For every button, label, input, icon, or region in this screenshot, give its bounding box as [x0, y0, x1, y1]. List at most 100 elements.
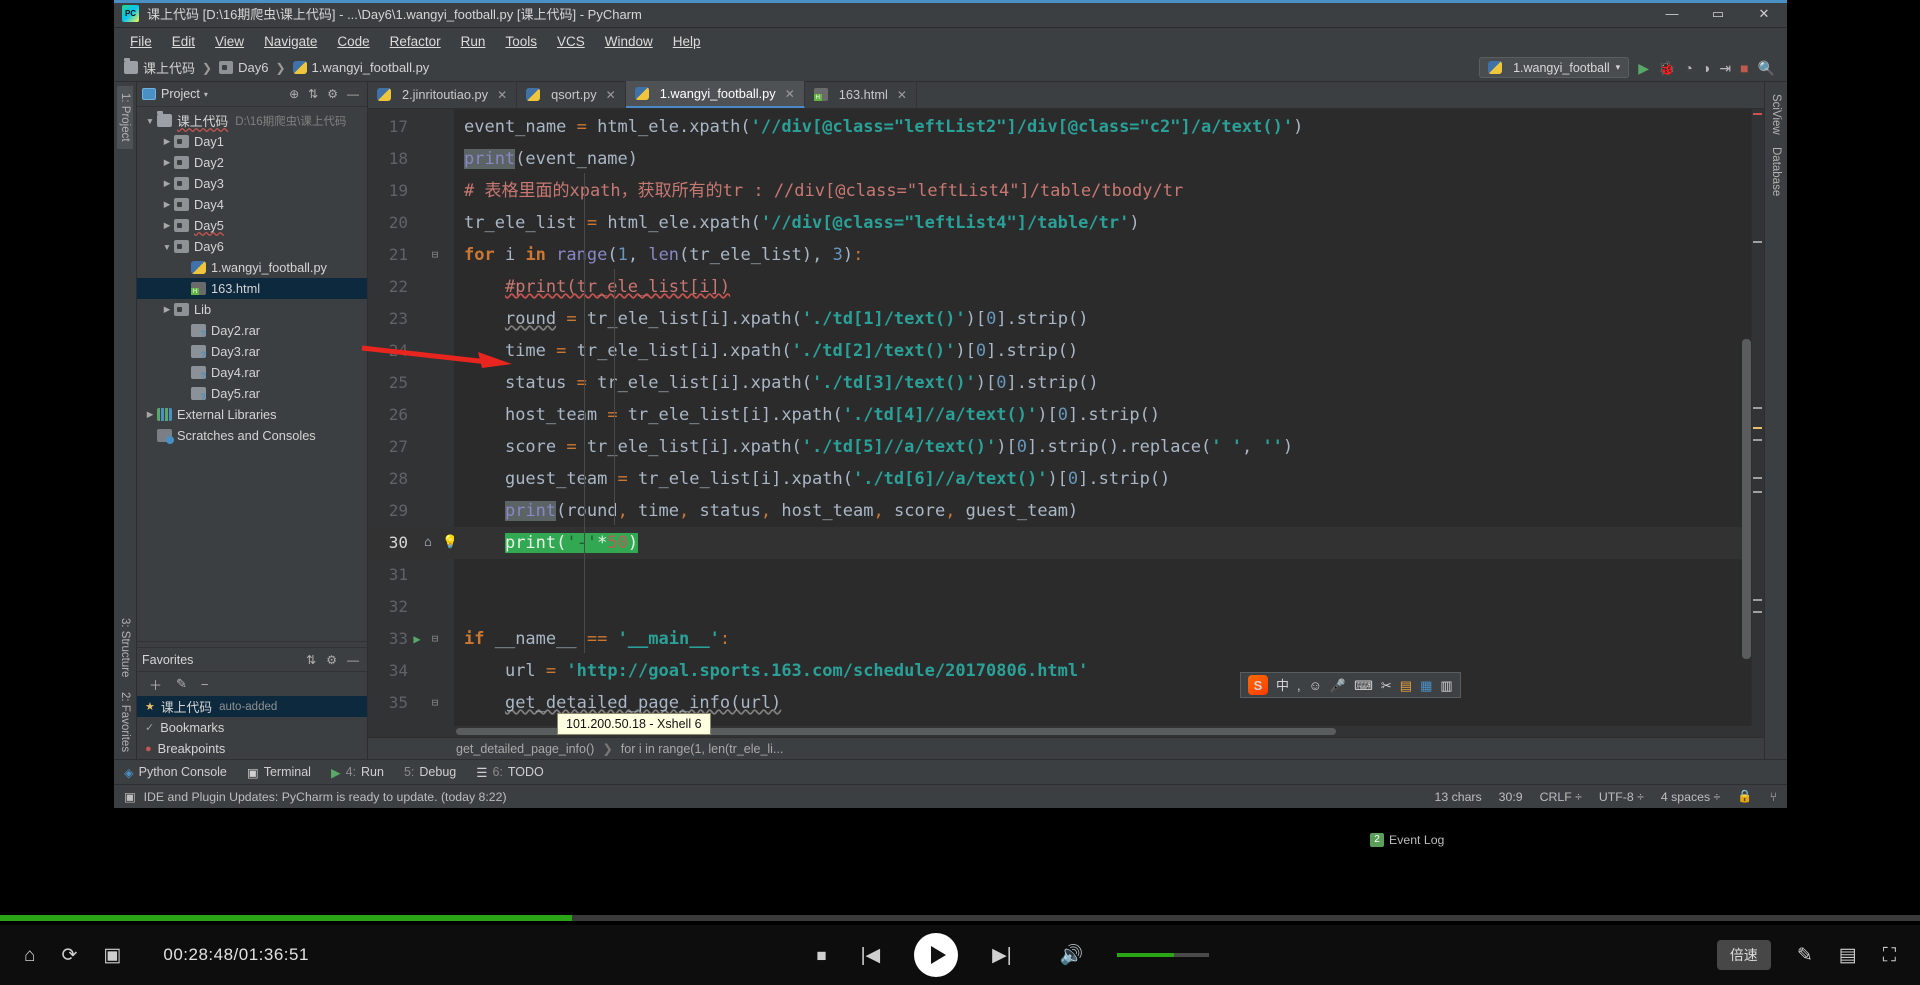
tab-python-console[interactable]: ◈ Python Console: [124, 765, 227, 780]
ime-menu-icon[interactable]: ▥: [1440, 679, 1452, 692]
stop-icon[interactable]: ■: [1740, 61, 1748, 75]
line-number[interactable]: 28: [368, 463, 408, 495]
collapse-all-icon[interactable]: ⇅: [308, 87, 318, 101]
edit-favorite-button[interactable]: ✎: [176, 676, 187, 692]
code-content[interactable]: get_detailed_page_info(url) url = 'http:…: [454, 109, 1764, 726]
volume-icon[interactable]: 🔊: [1060, 946, 1084, 965]
tree-item-163-html[interactable]: ▶163.html: [137, 278, 367, 299]
hide-icon[interactable]: —: [347, 87, 359, 101]
screenshot-icon[interactable]: ▣: [103, 946, 121, 965]
coverage-icon[interactable]: ◔: [1684, 61, 1692, 75]
sidebar-item-project[interactable]: 1: Project: [117, 86, 133, 149]
code-line-18[interactable]: print(event_name): [454, 143, 638, 175]
ime-screenshot-icon[interactable]: ✂: [1381, 679, 1392, 692]
line-number[interactable]: 17: [368, 111, 408, 143]
menu-view[interactable]: View: [205, 31, 254, 52]
menu-run[interactable]: Run: [451, 31, 496, 52]
sidebar-item-database[interactable]: Database: [1768, 141, 1784, 202]
favorites-item-breakpoints[interactable]: ● Breakpoints: [137, 738, 367, 759]
tree-item-external-libraries[interactable]: ▶ External Libraries: [137, 404, 367, 425]
gear-icon[interactable]: ⚙: [327, 87, 338, 101]
sidebar-item-structure[interactable]: 3: Structure: [117, 611, 133, 684]
maximize-button[interactable]: ▭: [1695, 0, 1741, 28]
code-line-29[interactable]: print(round, time, status, host_team, sc…: [454, 495, 1078, 527]
breadcrumb-item-project[interactable]: 课上代码: [143, 58, 195, 77]
debug-icon[interactable]: 🐞: [1658, 61, 1675, 75]
close-icon[interactable]: ✕: [606, 88, 616, 102]
playback-speed-button[interactable]: 倍速: [1716, 940, 1771, 970]
menu-file[interactable]: File: [120, 31, 162, 52]
next-icon[interactable]: ▶|: [992, 946, 1012, 965]
menu-refactor[interactable]: Refactor: [380, 31, 451, 52]
line-number[interactable]: 32: [368, 591, 408, 623]
menu-navigate[interactable]: Navigate: [254, 31, 327, 52]
breadcrumb-item-day6[interactable]: Day6: [238, 60, 268, 75]
code-line-26[interactable]: host_team = tr_ele_list[i].xpath('./td[4…: [454, 399, 1160, 431]
menu-window[interactable]: Window: [595, 31, 663, 52]
favorites-item-bookmarks[interactable]: ✓ Bookmarks: [137, 717, 367, 738]
ime-emoji-icon[interactable]: ☺: [1309, 679, 1322, 692]
sidebar-item-favorites[interactable]: 2: Favorites: [117, 685, 133, 759]
code-fold-icon[interactable]: ⊟: [428, 239, 442, 271]
tree-item-day1[interactable]: ▶ Day1: [137, 131, 367, 152]
tab-run[interactable]: ▶ 4: Run: [331, 765, 384, 780]
line-number[interactable]: 25: [368, 367, 408, 399]
tree-item-lib[interactable]: ▶ Lib: [137, 299, 367, 320]
remove-favorite-button[interactable]: −: [201, 677, 209, 692]
chevron-right-icon[interactable]: ▶: [160, 178, 174, 189]
tree-item-day3-rar[interactable]: ▶Day3.rar: [137, 341, 367, 362]
run-icon[interactable]: ▶: [1638, 61, 1649, 75]
target-icon[interactable]: ⊕: [289, 87, 299, 101]
breadcrumb-item-file[interactable]: 1.wangyi_football.py: [312, 60, 430, 75]
tree-item-scratches-and-consoles[interactable]: ▶Scratches and Consoles: [137, 425, 367, 446]
code-line-30[interactable]: print('-'*50): [454, 527, 1764, 559]
editor-tab-2-jinritoutiao-py[interactable]: 2.jinritoutiao.py ✕: [368, 81, 518, 108]
ime-clipboard-icon[interactable]: ▤: [1400, 679, 1412, 692]
line-number[interactable]: 20: [368, 207, 408, 239]
tab-todo[interactable]: ☰ 6: TODO: [476, 765, 544, 780]
line-number[interactable]: 19: [368, 175, 408, 207]
add-favorite-button[interactable]: ＋: [149, 675, 162, 694]
gear-icon[interactable]: ⚙: [326, 653, 337, 667]
sidebar-item-sciview[interactable]: SciView: [1768, 88, 1784, 141]
ime-keyboard-icon[interactable]: ⌨: [1354, 679, 1373, 692]
line-number[interactable]: 22: [368, 271, 408, 303]
line-number[interactable]: 30: [368, 527, 408, 559]
tab-terminal[interactable]: ▣ Terminal: [247, 765, 311, 780]
previous-icon[interactable]: |◀: [861, 946, 881, 965]
line-number[interactable]: 31: [368, 559, 408, 591]
tree-item-day5-rar[interactable]: ▶Day5.rar: [137, 383, 367, 404]
chevron-right-icon[interactable]: ▶: [160, 304, 174, 315]
profile-icon[interactable]: ◑: [1702, 61, 1710, 75]
chevron-right-icon[interactable]: ▶: [160, 199, 174, 210]
editor-tab-qsort-py[interactable]: qsort.py ✕: [517, 81, 626, 108]
chevron-down-icon[interactable]: ▼: [143, 116, 157, 126]
code-line-22[interactable]: #print(tr_ele_list[i]): [454, 271, 730, 303]
line-number[interactable]: 23: [368, 303, 408, 335]
code-line-17[interactable]: event_name = html_ele.xpath('//div[@clas…: [454, 111, 1303, 143]
breadcrumb-loop[interactable]: for i in range(1, len(tr_ele_li...: [621, 742, 784, 756]
ime-toolbox-icon[interactable]: ▦: [1420, 679, 1432, 692]
line-number[interactable]: 33: [368, 623, 408, 655]
fullscreen-icon[interactable]: ⛶: [1883, 946, 1896, 965]
code-line-25[interactable]: status = tr_ele_list[i].xpath('./td[3]/t…: [454, 367, 1099, 399]
collapse-all-icon[interactable]: ⇅: [306, 653, 316, 667]
tree-item-day6[interactable]: ▼ Day6: [137, 236, 367, 257]
stop-icon[interactable]: ■: [816, 947, 826, 964]
code-line-31[interactable]: [454, 559, 464, 591]
volume-slider[interactable]: [1117, 953, 1210, 957]
bookmark-icon[interactable]: ⌂: [424, 527, 438, 559]
refresh-icon[interactable]: ⟳: [61, 946, 77, 965]
ime-voice-icon[interactable]: 🎤: [1330, 679, 1346, 692]
menu-edit[interactable]: Edit: [162, 31, 205, 52]
close-button[interactable]: ✕: [1741, 0, 1787, 28]
tree-item-day2-rar[interactable]: ▶Day2.rar: [137, 320, 367, 341]
line-number[interactable]: 26: [368, 399, 408, 431]
line-number[interactable]: 27: [368, 431, 408, 463]
line-number[interactable]: 18: [368, 143, 408, 175]
breadcrumb-function[interactable]: get_detailed_page_info(): [456, 742, 594, 756]
sogou-logo-icon[interactable]: S: [1248, 675, 1268, 695]
menu-help[interactable]: Help: [663, 31, 711, 52]
tree-item-day4[interactable]: ▶ Day4: [137, 194, 367, 215]
ime-mode-chinese[interactable]: 中: [1276, 679, 1289, 692]
